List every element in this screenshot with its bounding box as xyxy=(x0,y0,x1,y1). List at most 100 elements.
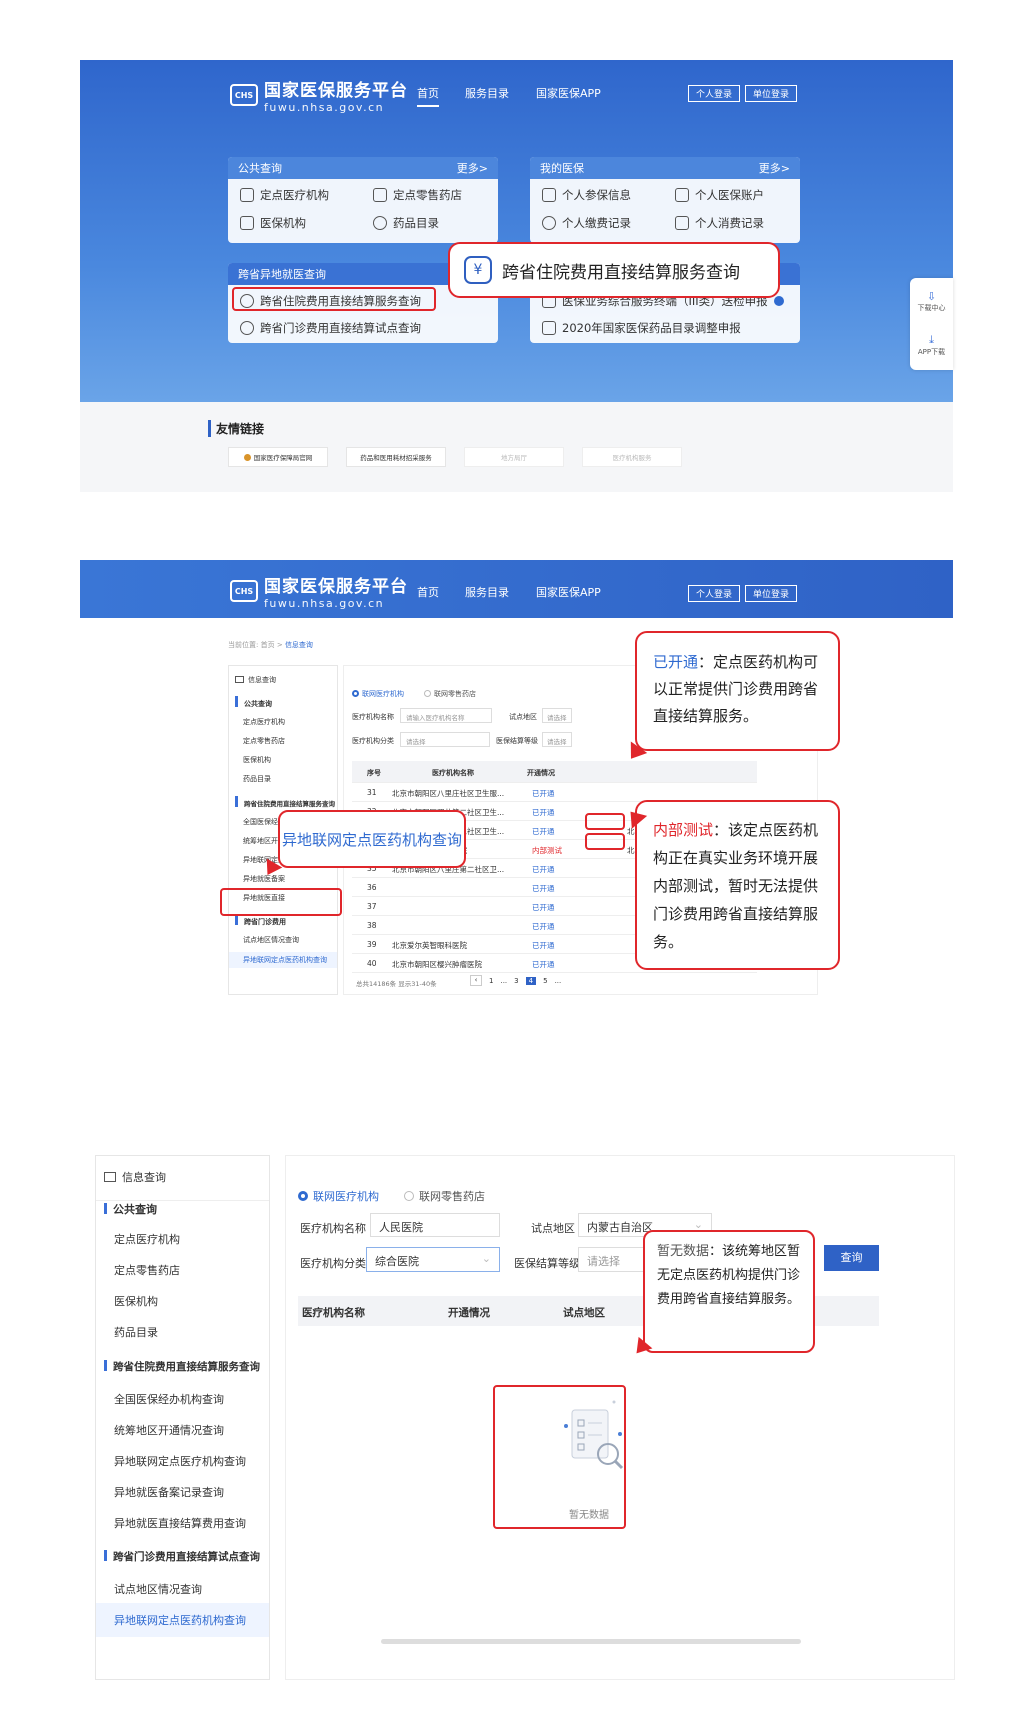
radio-pharmacy[interactable]: 联网零售药店 xyxy=(424,689,476,699)
callout-inpatient: ¥ 跨省住院费用直接结算服务查询 xyxy=(448,242,780,298)
sidebar-root[interactable]: 信息查询 xyxy=(229,675,337,685)
nav-catalog[interactable]: 服务目录 xyxy=(465,584,509,600)
link-drug-catalog[interactable]: 药品目录 xyxy=(373,215,439,231)
link-designated-pharmacy[interactable]: 定点零售药店 xyxy=(373,187,462,203)
nav-catalog[interactable]: 服务目录 xyxy=(465,85,509,101)
link-medical-service[interactable]: 医疗机构服务 xyxy=(582,447,682,467)
link-outpatient-pilot[interactable]: 跨省门诊费用直接结算试点查询 xyxy=(240,320,421,336)
nav-app[interactable]: 国家医保APP xyxy=(536,584,601,600)
sidebar-item[interactable]: 定点医疗机构 xyxy=(96,1231,269,1247)
link-insurance-org[interactable]: 医保机构 xyxy=(240,215,306,231)
sidebar-item[interactable]: 定点医疗机构 xyxy=(229,717,337,727)
sidebar-item[interactable]: 异地联网定点医疗机构查询 xyxy=(96,1453,269,1469)
row-hospital: 北京市朝阳区樱兴肿瘤医院 xyxy=(392,960,482,969)
sidebar-item[interactable]: 试点地区情况查询 xyxy=(229,935,337,945)
sidebar-item[interactable]: 异地就医备案记录查询 xyxy=(96,1484,269,1500)
more-link[interactable]: 更多> xyxy=(457,160,488,176)
sidebar-item[interactable]: 医保机构 xyxy=(96,1293,269,1309)
page-1[interactable]: 1 xyxy=(489,977,493,985)
level-select[interactable]: 请选择 xyxy=(542,732,572,747)
row-status[interactable]: 已开通 xyxy=(532,883,555,894)
row-status[interactable]: 已开通 xyxy=(532,959,555,970)
section1-portal: CHS 国家医保服务平台 fuwu.nhsa.gov.cn 首页 服务目录 国家医… xyxy=(80,60,953,492)
highlight-internal-test xyxy=(585,833,625,850)
site-logo[interactable]: CHS 国家医保服务平台 fuwu.nhsa.gov.cn xyxy=(230,76,408,114)
sidebar-item[interactable]: 试点地区情况查询 xyxy=(96,1581,269,1597)
hero-banner xyxy=(80,60,953,402)
radio-pharmacy[interactable]: 联网零售药店 xyxy=(404,1188,485,1204)
breadcrumb-home[interactable]: 首页 xyxy=(261,641,275,649)
page-4-current[interactable]: 4 xyxy=(525,976,537,985)
sidebar-item[interactable]: 药品目录 xyxy=(96,1324,269,1340)
link-designated-hospital[interactable]: 定点医疗机构 xyxy=(240,187,329,203)
sidebar-item[interactable]: 定点零售药店 xyxy=(229,736,337,746)
row-index: 40 xyxy=(367,959,377,968)
name-input[interactable]: 人民医院 xyxy=(370,1213,500,1237)
sidebar-item[interactable]: 定点零售药店 xyxy=(96,1262,269,1278)
link-consume-record[interactable]: 个人消费记录 xyxy=(675,215,764,231)
link-nhsa-site[interactable]: 国家医疗保障局官网 xyxy=(228,447,328,467)
row-status[interactable]: 已开通 xyxy=(532,921,555,932)
drug-icon xyxy=(373,216,387,230)
app-download-icon: ⤓ xyxy=(929,333,934,346)
sidebar-item-active[interactable]: 异地联网定点医药机构查询 xyxy=(229,952,337,968)
sidebar-item-active[interactable]: 异地联网定点医药机构查询 xyxy=(96,1603,269,1637)
row-status[interactable]: 已开通 xyxy=(532,864,555,875)
panel-title: 公共查询 xyxy=(238,162,282,175)
row-status[interactable]: 内部测试 xyxy=(532,845,562,856)
org-login-button[interactable]: 单位登录 xyxy=(745,85,797,102)
sidebar-item[interactable]: 异地就医备案 xyxy=(229,874,337,884)
row-index: 31 xyxy=(367,788,377,797)
row-status[interactable]: 已开通 xyxy=(532,940,555,951)
row-status[interactable]: 已开通 xyxy=(532,807,555,818)
link-personal-account[interactable]: 个人医保账户 xyxy=(675,187,764,203)
query-button[interactable]: 查询 xyxy=(824,1245,879,1271)
personal-login-button[interactable]: 个人登录 xyxy=(688,85,740,102)
link-payment-record[interactable]: 个人缴费记录 xyxy=(542,215,631,231)
row-status[interactable]: 已开通 xyxy=(532,826,555,837)
sidebar-item[interactable]: 异地就医直接结算费用查询 xyxy=(96,1515,269,1531)
row-index: 38 xyxy=(367,921,377,930)
radio-checked-icon xyxy=(298,1191,308,1201)
area-label: 试点地区 xyxy=(531,1222,575,1235)
prev-page-button[interactable]: ‹ xyxy=(470,975,482,986)
more-link[interactable]: 更多> xyxy=(759,160,790,176)
link-procurement[interactable]: 药品和医用耗材招采服务 xyxy=(346,447,446,467)
sidebar-item[interactable]: 统筹地区开通情况查询 xyxy=(96,1422,269,1438)
page-5[interactable]: 5 xyxy=(543,977,547,985)
sidebar-item[interactable]: 全国医保经办机构查询 xyxy=(96,1391,269,1407)
row-status[interactable]: 已开通 xyxy=(532,788,555,799)
help-icon[interactable] xyxy=(773,296,784,306)
page-3[interactable]: 3 xyxy=(514,977,518,985)
sidebar: 信息查询 公共查询 定点医疗机构 定点零售药店 医保机构 药品目录 跨省住院费用… xyxy=(95,1155,270,1680)
link-personal-info[interactable]: 个人参保信息 xyxy=(542,187,631,203)
col-area: 试点地区 xyxy=(563,1307,605,1319)
area-select[interactable]: 请选择 xyxy=(542,708,572,723)
radio-hospital[interactable]: 联网医疗机构 xyxy=(352,689,404,699)
category-select[interactable]: 请选择 xyxy=(400,732,490,747)
org-login-button[interactable]: 单位登录 xyxy=(745,585,797,602)
yuan-coin-icon: ¥ xyxy=(464,256,492,284)
app-download[interactable]: ⤓ APP下载 xyxy=(910,333,953,357)
personal-login-button[interactable]: 个人登录 xyxy=(688,585,740,602)
download-center[interactable]: ⇩ 下载中心 xyxy=(910,290,953,313)
horizontal-scrollbar[interactable] xyxy=(381,1639,801,1644)
sidebar-root[interactable]: 信息查询 xyxy=(96,1169,269,1185)
nav-home[interactable]: 首页 xyxy=(417,85,439,107)
nav-app[interactable]: 国家医保APP xyxy=(536,85,601,101)
link-drug-catalog-adjust[interactable]: 2020年国家医保药品目录调整申报 xyxy=(542,320,741,336)
link-local-bureau[interactable]: 地方局厅 xyxy=(464,447,564,467)
pager[interactable]: ‹ 1 ... 3 4 5 ... xyxy=(470,975,561,986)
sidebar-item[interactable]: 药品目录 xyxy=(229,774,337,784)
radio-hospital[interactable]: 联网医疗机构 xyxy=(298,1188,379,1204)
category-select[interactable]: 综合医院 ⌄ xyxy=(366,1247,500,1272)
nav-home[interactable]: 首页 xyxy=(417,584,439,600)
folder-icon xyxy=(235,676,244,683)
row-status[interactable]: 已开通 xyxy=(532,902,555,913)
highlight-sidebar-active xyxy=(220,888,342,916)
area-label: 试点地区 xyxy=(509,713,537,721)
site-logo[interactable]: CHS 国家医保服务平台 fuwu.nhsa.gov.cn xyxy=(230,572,408,610)
sidebar-item[interactable]: 医保机构 xyxy=(229,755,337,765)
name-input[interactable]: 请输入医疗机构名称 xyxy=(400,708,492,723)
my-insurance-panel: 我的医保 更多> 个人参保信息 个人医保账户 个人缴费记录 个人消费记录 xyxy=(530,157,800,243)
